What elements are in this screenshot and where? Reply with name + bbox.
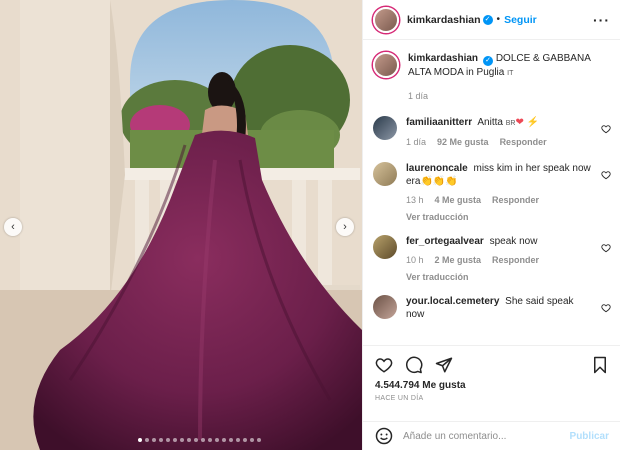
like-count[interactable]: 4.544.794 Me gusta (363, 376, 620, 391)
more-options-button[interactable]: ··· (593, 12, 610, 28)
comment-likes-count[interactable]: 92 Me gusta (437, 137, 489, 147)
post-media[interactable]: ‹ › (0, 0, 362, 450)
carousel-dot (173, 438, 177, 442)
comment-bubble-icon[interactable] (405, 356, 423, 374)
caption-author-avatar[interactable] (373, 52, 399, 78)
carousel-dot (145, 438, 149, 442)
post-actions: 4.544.794 Me gusta HACE UN DÍA Publicar (363, 345, 620, 450)
carousel-dot (166, 438, 170, 442)
comment-row: familiaanitterr Anitta BR❤ ⚡ 1 día 92 Me… (373, 116, 611, 147)
commenter-username[interactable]: your.local.cemetery (406, 296, 499, 307)
comment-time[interactable]: 10 h (406, 255, 424, 265)
verified-badge-icon: ✓ (483, 56, 494, 66)
chevron-right-icon: › (343, 221, 347, 233)
post-timestamp[interactable]: HACE UN DÍA (363, 391, 620, 402)
next-slide-button[interactable]: › (336, 218, 354, 236)
see-translation-button[interactable]: Ver traducción (406, 272, 593, 282)
heart-icon[interactable] (601, 170, 611, 180)
carousel-indicator (138, 438, 261, 442)
share-paper-plane-icon[interactable] (435, 356, 453, 374)
publish-button[interactable]: Publicar (570, 431, 609, 442)
comment-language-tag: BR (505, 120, 516, 127)
comment-emoji: ❤ ⚡ (515, 117, 540, 128)
commenter-username[interactable]: familiaanitterr (406, 117, 472, 128)
carousel-dot (152, 438, 156, 442)
comment-time[interactable]: 1 día (406, 137, 426, 147)
emoji-smiley-icon[interactable] (375, 427, 393, 445)
comment-time[interactable]: 13 h (406, 195, 424, 205)
comments-list[interactable]: kimkardashian ✓ DOLCE & GABBANA ALTA MODA… (363, 40, 620, 345)
carousel-dot (222, 438, 226, 442)
author-avatar[interactable] (373, 6, 399, 33)
carousel-dot (250, 438, 254, 442)
verified-badge-icon: ✓ (482, 14, 493, 25)
comment-likes-count[interactable]: 2 Me gusta (435, 255, 482, 265)
heart-icon[interactable] (601, 303, 611, 313)
commenter-username[interactable]: fer_ortegaalvear (406, 236, 484, 247)
carousel-dot (229, 438, 233, 442)
like-heart-icon[interactable] (375, 356, 393, 374)
comment-row: laurenoncale miss kim in her speak now e… (373, 162, 611, 222)
comment-likes-count[interactable]: 4 Me gusta (435, 195, 482, 205)
post-header: kimkardashian ✓ • Seguir ··· (363, 0, 620, 40)
see-translation-button[interactable]: Ver traducción (406, 212, 593, 222)
reply-button[interactable]: Responder (492, 255, 539, 265)
reply-button[interactable]: Responder (492, 195, 539, 205)
carousel-dot (159, 438, 163, 442)
commenter-avatar[interactable] (373, 295, 397, 319)
carousel-dot (138, 438, 142, 442)
comment-composer: Publicar (363, 421, 620, 450)
action-bar (363, 346, 620, 376)
commenter-avatar[interactable] (373, 116, 397, 140)
chevron-left-icon: ‹ (11, 221, 15, 233)
heart-icon[interactable] (601, 243, 611, 253)
caption-time[interactable]: 1 día (408, 91, 428, 101)
carousel-dot (187, 438, 191, 442)
carousel-dot (180, 438, 184, 442)
author-username[interactable]: kimkardashian (407, 14, 481, 26)
previous-slide-button[interactable]: ‹ (4, 218, 22, 236)
comment-row: fer_ortegaalvear speak now 10 h 2 Me gus… (373, 235, 611, 282)
caption-language-tag: IT (507, 70, 514, 77)
comment-text: speak now (489, 236, 538, 247)
carousel-dot (201, 438, 205, 442)
caption-author-username[interactable]: kimkardashian (408, 53, 478, 64)
carousel-dot (236, 438, 240, 442)
heart-icon[interactable] (601, 124, 611, 134)
comment-text: Anitta (477, 117, 503, 128)
comment-input[interactable] (403, 430, 570, 442)
carousel-dot (208, 438, 212, 442)
separator-dot: • (496, 14, 501, 25)
reply-button[interactable]: Responder (500, 137, 547, 147)
comment-row: your.local.cemetery She said speak now (373, 295, 611, 321)
commenter-avatar[interactable] (373, 162, 397, 186)
commenter-username[interactable]: laurenoncale (406, 163, 468, 174)
post-photo (0, 0, 362, 450)
carousel-dot (215, 438, 219, 442)
carousel-dot (243, 438, 247, 442)
carousel-dot (194, 438, 198, 442)
carousel-dot (257, 438, 261, 442)
bookmark-icon[interactable] (591, 356, 609, 374)
commenter-avatar[interactable] (373, 235, 397, 259)
post-side-panel: kimkardashian ✓ • Seguir ··· kimkardashi… (362, 0, 620, 450)
follow-button[interactable]: Seguir (504, 14, 537, 26)
caption-row: kimkardashian ✓ DOLCE & GABBANA ALTA MODA… (373, 52, 611, 101)
